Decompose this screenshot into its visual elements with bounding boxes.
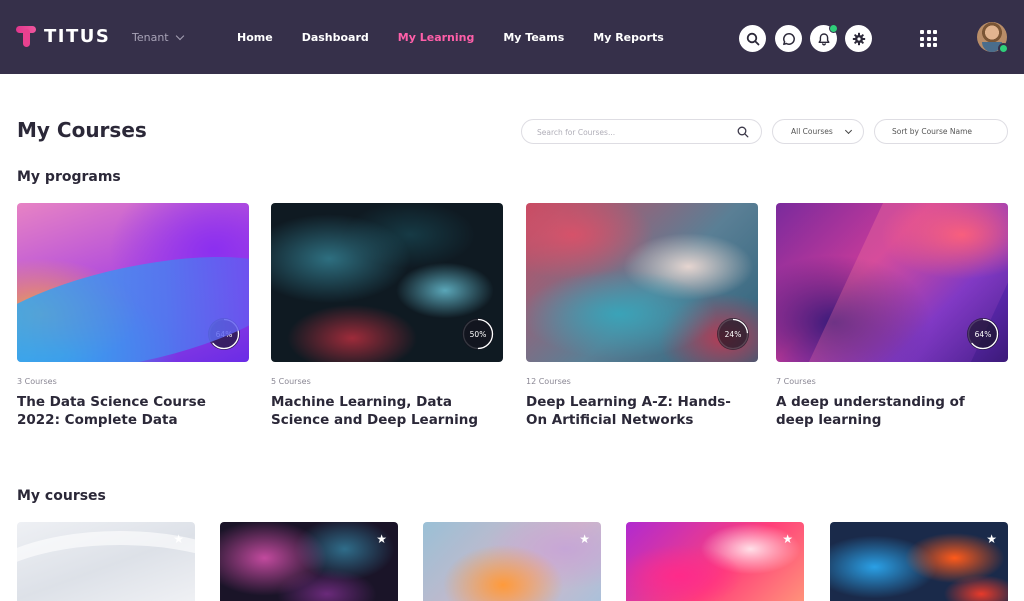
program-title[interactable]: The Data Science Course 2022: Complete D… <box>17 393 227 429</box>
program-thumbnail: 50% <box>271 203 503 362</box>
program-card[interactable]: 64% 3 Courses The Data Science Course 20… <box>17 203 249 429</box>
program-course-count: 3 Courses <box>17 377 57 386</box>
progress-ring: 64% <box>208 318 240 350</box>
notification-dot <box>829 24 838 33</box>
progress-ring: 50% <box>462 318 494 350</box>
tenant-dropdown[interactable]: Tenant <box>132 31 184 44</box>
chat-button[interactable] <box>775 25 802 52</box>
program-title[interactable]: Machine Learning, Data Science and Deep … <box>271 393 481 429</box>
progress-ring: 24% <box>717 318 749 350</box>
filter-selected-value: All Courses <box>791 127 833 136</box>
sort-select[interactable]: Sort by Course Name <box>874 119 1008 144</box>
main-nav: Home Dashboard My Learning My Teams My R… <box>237 31 693 44</box>
search-box <box>521 119 762 144</box>
nav-item-my-teams[interactable]: My Teams <box>503 31 564 44</box>
search-input[interactable] <box>537 125 727 139</box>
nav-item-my-reports[interactable]: My Reports <box>593 31 664 44</box>
tenant-label: Tenant <box>132 31 169 44</box>
star-icon[interactable]: ★ <box>173 533 184 545</box>
search-icon <box>746 32 759 45</box>
nav-item-home[interactable]: Home <box>237 31 273 44</box>
course-filter-select[interactable]: All Courses <box>772 119 864 144</box>
program-thumbnail: 64% <box>776 203 1008 362</box>
chevron-down-icon <box>175 31 184 41</box>
program-title[interactable]: A deep understanding of deep learning <box>776 393 986 429</box>
program-thumbnail: 24% <box>526 203 758 362</box>
program-course-count: 7 Courses <box>776 377 816 386</box>
sort-label: Sort by Course Name <box>892 127 973 136</box>
logo-text: TITUS <box>44 25 111 47</box>
logo-mark-icon <box>16 24 38 48</box>
progress-label: 24% <box>724 329 742 339</box>
apps-grid-icon[interactable] <box>920 30 937 47</box>
star-icon[interactable]: ★ <box>376 533 387 545</box>
courses-heading: My courses <box>17 488 106 504</box>
course-card[interactable]: ★ <box>17 522 195 601</box>
settings-button[interactable] <box>845 25 872 52</box>
star-icon[interactable]: ★ <box>782 533 793 545</box>
gear-icon <box>852 32 865 45</box>
course-card[interactable]: ★ <box>830 522 1008 601</box>
online-status-dot <box>998 43 1009 54</box>
progress-label: 64% <box>974 329 992 339</box>
course-card[interactable]: ★ <box>220 522 398 601</box>
program-title[interactable]: Deep Learning A-Z: Hands-On Artificial N… <box>526 393 736 429</box>
nav-item-my-learning[interactable]: My Learning <box>398 31 475 44</box>
star-icon[interactable]: ★ <box>579 533 590 545</box>
programs-heading: My programs <box>17 169 121 185</box>
top-navigation-bar: TITUS Tenant Home Dashboard My Learning … <box>0 0 1024 74</box>
program-thumbnail: 64% <box>17 203 249 362</box>
bell-icon <box>818 32 829 45</box>
program-card[interactable]: 64% 7 Courses A deep understanding of de… <box>776 203 1008 429</box>
program-course-count: 12 Courses <box>526 377 571 386</box>
chevron-down-icon <box>844 126 853 135</box>
program-card[interactable]: 24% 12 Courses Deep Learning A-Z: Hands-… <box>526 203 758 429</box>
page-title: My Courses <box>17 118 147 142</box>
notifications-button[interactable] <box>810 24 838 52</box>
avatar[interactable] <box>977 22 1009 54</box>
course-card[interactable]: ★ <box>626 522 804 601</box>
program-course-count: 5 Courses <box>271 377 311 386</box>
search-button[interactable] <box>739 25 766 52</box>
nav-item-dashboard[interactable]: Dashboard <box>302 31 369 44</box>
search-icon[interactable] <box>737 126 749 138</box>
chat-icon <box>782 32 795 45</box>
titus-logo[interactable]: TITUS <box>16 24 110 48</box>
progress-label: 50% <box>469 329 487 339</box>
progress-ring: 64% <box>967 318 999 350</box>
progress-label: 64% <box>215 329 233 339</box>
course-card[interactable]: ★ <box>423 522 601 601</box>
star-icon[interactable]: ★ <box>986 533 997 545</box>
program-card[interactable]: 50% 5 Courses Machine Learning, Data Sci… <box>271 203 503 429</box>
